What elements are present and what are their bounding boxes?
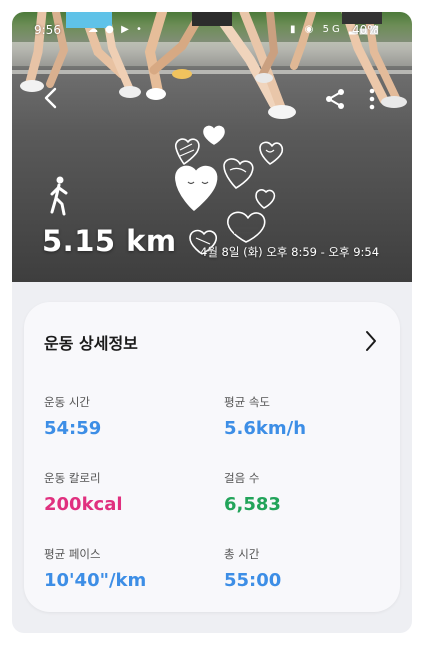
more-vertical-icon	[369, 88, 375, 110]
card-title: 운동 상세정보	[44, 334, 138, 353]
metric-value: 10'40"/km	[44, 570, 147, 591]
metric-label: 걸음 수	[224, 471, 260, 485]
detail-link-button[interactable]	[360, 328, 382, 354]
chevron-right-icon	[366, 331, 376, 351]
workout-time-range: 4월 8일 (화) 오후 8:59 - 오후 9:54	[200, 245, 380, 259]
walking-person-icon	[50, 176, 68, 216]
metric-label: 총 시간	[224, 547, 260, 561]
share-button[interactable]	[320, 84, 350, 114]
more-options-button[interactable]	[360, 84, 384, 114]
metric-label: 운동 칼로리	[44, 471, 101, 485]
metric-value: 5.6km/h	[224, 418, 307, 439]
metric-label: 평균 페이스	[44, 547, 101, 561]
workout-screen: 9:56 ☁ ● ▶ • ▮ ◉ 5G ▂▄▆ 40% 5.15 km 4월 8…	[12, 12, 412, 633]
metric-total-time: 총 시간 55:00	[224, 546, 384, 591]
back-button[interactable]	[36, 84, 64, 112]
metric-label: 운동 시간	[44, 395, 90, 409]
metric-value: 200kcal	[44, 494, 123, 515]
status-bar: 9:56 ☁ ● ▶ • ▮ ◉ 5G ▂▄▆ 40%	[12, 12, 412, 46]
metric-calories: 운동 칼로리 200kcal	[44, 470, 204, 515]
metric-average-pace: 평균 페이스 10'40"/km	[44, 546, 204, 591]
share-icon	[326, 89, 344, 109]
chevron-left-icon	[44, 87, 57, 109]
metric-value: 54:59	[44, 418, 102, 439]
workout-detail-card[interactable]: 운동 상세정보 운동 시간 54:59 평균 속도 5.6km/h 운동 칼로리…	[24, 302, 400, 612]
metric-steps: 걸음 수 6,583	[224, 470, 384, 515]
metric-value: 55:00	[224, 570, 282, 591]
battery-level: 40%	[352, 23, 379, 37]
metric-label: 평균 속도	[224, 395, 270, 409]
distance-value: 5.15 km	[42, 224, 177, 258]
metric-value: 6,583	[224, 494, 281, 515]
metric-workout-time: 운동 시간 54:59	[44, 394, 204, 439]
hearts-doodle-icon	[174, 125, 284, 255]
notification-icons: ☁ ● ▶ •	[88, 24, 144, 35]
metric-average-speed: 평균 속도 5.6km/h	[224, 394, 384, 439]
status-time: 9:56	[34, 23, 61, 37]
workout-photo-header: 9:56 ☁ ● ▶ • ▮ ◉ 5G ▂▄▆ 40% 5.15 km 4월 8…	[12, 12, 412, 282]
